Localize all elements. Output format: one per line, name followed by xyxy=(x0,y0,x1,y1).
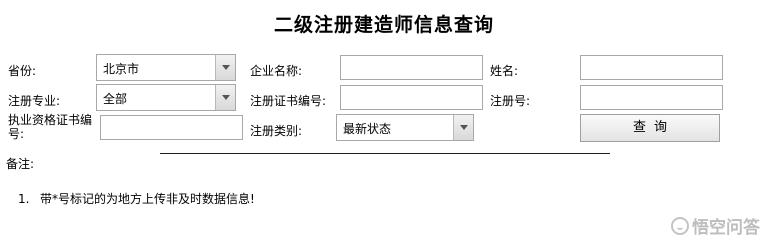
reg-type-select[interactable]: 最新状态 xyxy=(336,114,474,141)
qual-cert-input[interactable] xyxy=(100,115,243,140)
cert-no-input[interactable] xyxy=(340,85,483,110)
major-select[interactable]: 全部 xyxy=(96,84,236,111)
watermark: 悟空问答 xyxy=(671,213,760,238)
reg-no-label: 注册号: xyxy=(490,94,531,108)
province-label: 省份: xyxy=(8,64,37,78)
province-select[interactable]: 北京市 xyxy=(96,54,236,81)
chevron-down-icon[interactable] xyxy=(453,115,473,140)
list-item: 1. 带*号标记的为地方上传非及时数据信息! xyxy=(18,190,255,207)
qual-cert-label: 执业资格证书编号: xyxy=(8,113,93,141)
province-select-value: 北京市 xyxy=(103,62,140,76)
chevron-down-icon[interactable] xyxy=(215,85,235,110)
note-number: 1. xyxy=(18,192,30,206)
reg-no-input[interactable] xyxy=(580,85,723,110)
name-label: 姓名: xyxy=(490,64,519,78)
name-input[interactable] xyxy=(580,55,723,80)
chevron-down-icon[interactable] xyxy=(215,55,235,80)
page-title: 二级注册建造师信息查询 xyxy=(273,14,494,36)
wukong-logo-icon xyxy=(671,216,689,235)
note-text: 带*号标记的为地方上传非及时数据信息! xyxy=(40,192,255,206)
reg-type-label: 注册类别: xyxy=(250,124,303,138)
company-label: 企业名称: xyxy=(250,64,303,78)
cert-no-label: 注册证书编号: xyxy=(250,94,327,108)
query-button[interactable]: 查询 xyxy=(580,114,720,142)
major-select-value: 全部 xyxy=(103,92,128,106)
reg-type-select-value: 最新状态 xyxy=(343,122,392,136)
divider xyxy=(160,153,610,154)
notes-title: 备注: xyxy=(6,157,35,171)
watermark-text: 悟空问答 xyxy=(692,218,760,238)
company-input[interactable] xyxy=(340,55,483,80)
major-label: 注册专业: xyxy=(8,94,61,108)
